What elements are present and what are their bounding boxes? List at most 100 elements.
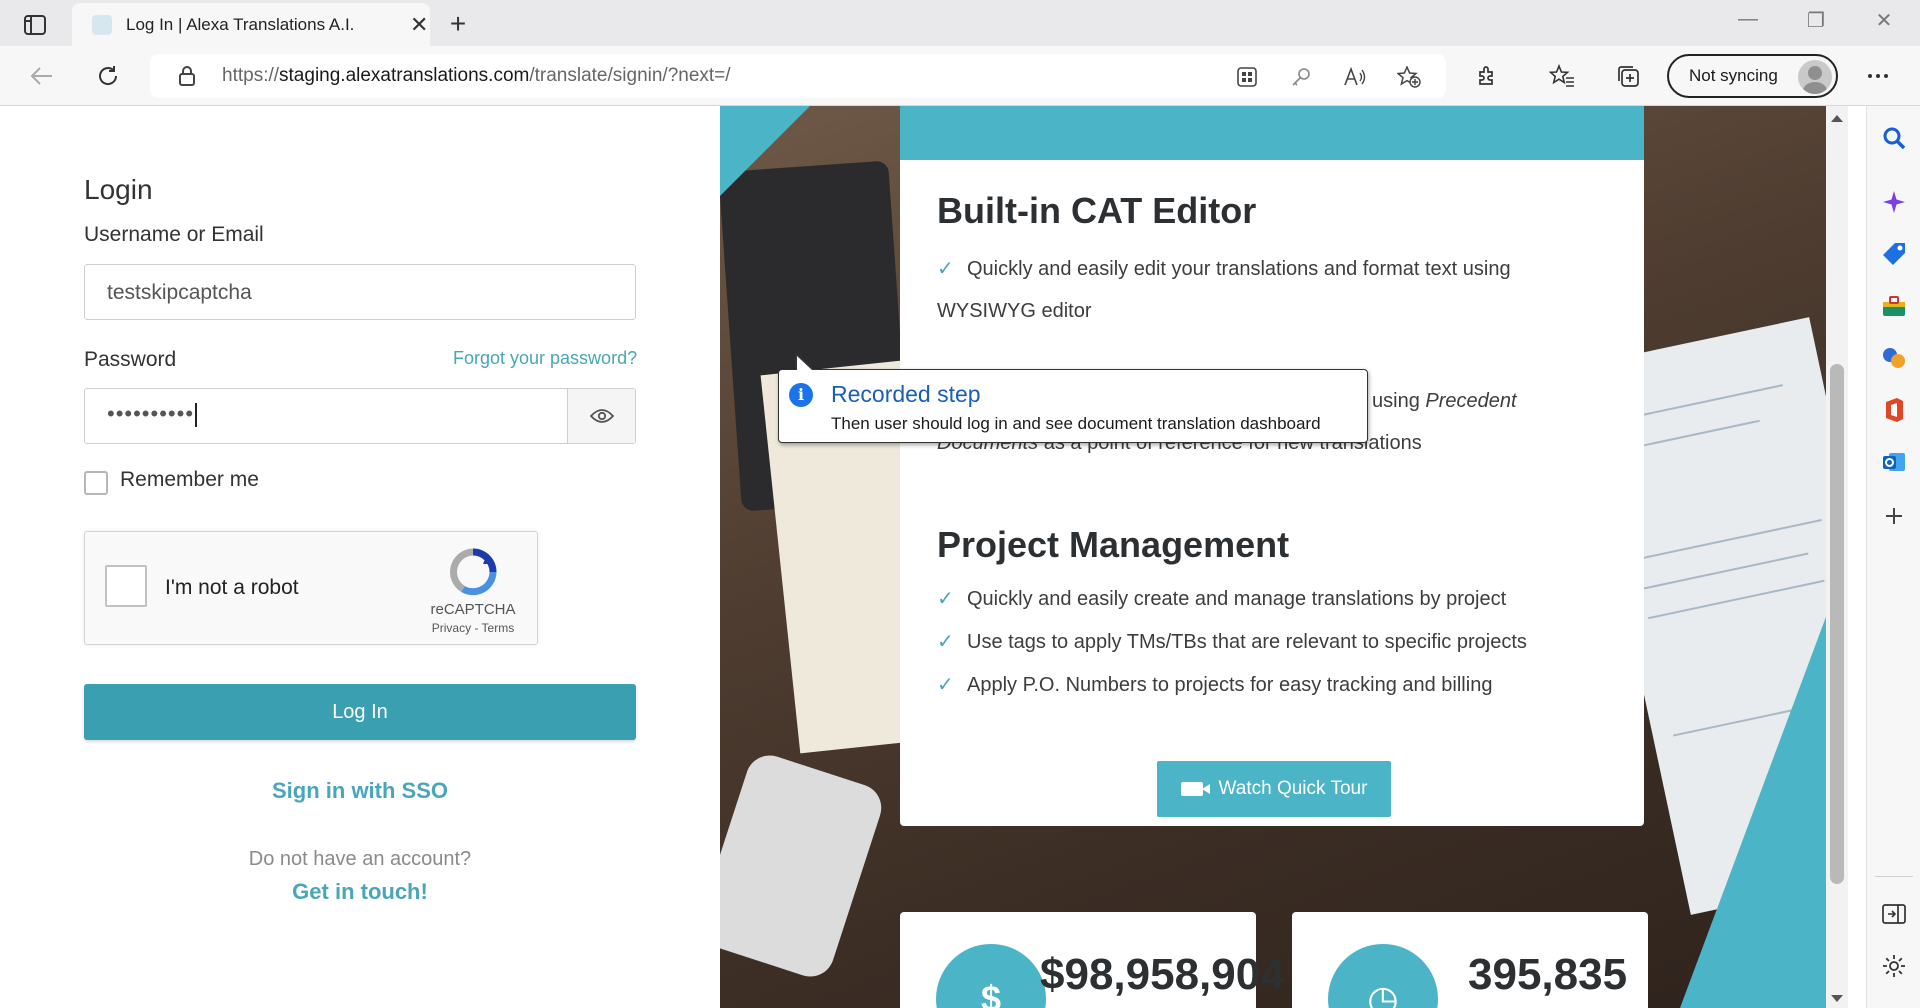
add-favorite-icon[interactable] [1394,62,1424,92]
new-tab-button[interactable]: + [442,8,474,40]
puzzle-icon [1479,66,1493,85]
apps-icon[interactable] [1232,62,1262,92]
stat-value: $98,958,904 [1040,950,1285,999]
remember-me-checkbox[interactable] [84,471,108,495]
sparkle-icon [1883,191,1905,213]
show-password-button[interactable] [567,389,635,443]
more-icon [1868,74,1888,78]
get-in-touch-link[interactable]: Get in touch! [0,879,720,905]
remember-me-label[interactable]: Remember me [120,468,259,492]
pm-feature-item: ✓ Apply P.O. Numbers to projects for easy… [937,664,1617,706]
stat-card-count: ◷ 395,835 [1292,912,1648,1008]
username-label: Username or Email [84,223,264,246]
sidebar-games-button[interactable] [1876,340,1912,376]
card-header-strip [900,106,1644,160]
feature-panel: Built-in CAT Editor ✓ Quickly and easily … [720,106,1826,1008]
sidebar-copilot-button[interactable] [1876,184,1912,220]
office-icon [1886,398,1903,422]
games-icon [1883,348,1905,368]
password-mask: •••••••••• [107,401,198,428]
password-input[interactable]: •••••••••• [84,388,636,444]
window-close-icon[interactable]: ✕ [1866,8,1902,33]
username-input[interactable]: testskipcaptcha [84,264,636,320]
cat-editor-heading: Built-in CAT Editor [937,190,1257,231]
recorded-step-callout: i Recorded step Then user should log in … [778,369,1368,443]
username-value: testskipcaptcha [107,281,252,304]
sidebar-tools-button[interactable] [1876,288,1912,324]
features-card: Built-in CAT Editor ✓ Quickly and easily … [900,160,1644,826]
sidebar-hide-button[interactable] [1876,896,1912,932]
read-aloud-icon[interactable] [1340,62,1370,92]
browser-tab-active[interactable]: Log In | Alexa Translations A.I. ✕ [72,3,430,46]
login-button[interactable]: Log In [84,684,636,740]
recaptcha-logo-icon [450,548,497,596]
scroll-down-icon[interactable] [1831,995,1843,1002]
tab-title: Log In | Alexa Translations A.I. [126,14,355,34]
tour-button-label: Watch Quick Tour [1218,778,1368,799]
sso-link[interactable]: Sign in with SSO [0,778,720,804]
sidebar-office-button[interactable] [1876,392,1912,428]
no-account-text: Do not have an account? [248,848,472,870]
recaptcha-privacy-terms[interactable]: Privacy - Terms [425,621,521,635]
info-icon: i [789,383,813,407]
teal-corner-left [720,106,810,196]
stat-value: 395,835 [1468,950,1628,999]
favorites-button[interactable] [1544,58,1580,94]
refresh-button[interactable] [90,58,126,94]
clock-icon: ◷ [1328,944,1438,1008]
callout-title: Recorded step [831,381,981,407]
restore-icon[interactable]: ❐ [1798,8,1834,33]
cat-feature-em: Precedent [1425,390,1517,412]
minimize-icon[interactable]: — [1730,8,1766,31]
sidebar-outlook-button[interactable] [1876,444,1912,480]
cat-feature-text-start: using [1372,390,1426,412]
recaptcha-checkbox[interactable] [105,565,147,607]
extensions-button[interactable] [1470,58,1506,94]
recaptcha-label: I'm not a robot [165,576,299,599]
eye-icon [589,409,614,423]
tab-close-icon[interactable]: ✕ [410,13,428,36]
lock-icon[interactable] [178,66,196,91]
page-scrollbar[interactable] [1826,106,1848,1008]
collections-button[interactable] [1610,58,1646,94]
tag-icon [1883,243,1905,265]
gear-icon [1883,955,1905,977]
watch-quick-tour-button[interactable]: Watch Quick Tour [1157,761,1391,817]
sidebar-search-button[interactable] [1876,120,1912,156]
pm-feature-text: Apply P.O. Numbers to projects for easy … [967,674,1493,696]
recaptcha-brand: reCAPTCHA [430,601,516,618]
url-text[interactable]: https://staging.alexatranslations.com/tr… [222,65,731,87]
text-caret [195,403,198,428]
url-host: staging.alexatranslations.com [279,65,530,86]
back-button[interactable] [24,58,60,94]
refresh-icon [99,66,118,85]
check-icon: ✓ [937,631,954,653]
toolbox-icon [1883,296,1905,316]
scroll-up-icon[interactable] [1831,115,1843,122]
tab-actions-button[interactable] [14,10,56,40]
sidebar-shopping-button[interactable] [1876,236,1912,272]
cat-feature-item-partial: using Precedent [1372,380,1572,422]
video-camera-icon [1180,782,1210,796]
cat-feature-text: Quickly and easily edit your translation… [937,258,1511,322]
url-path: /translate/signin/?next=/ [529,65,731,86]
outlook-icon [1883,453,1905,471]
scroll-thumb[interactable] [1830,364,1844,884]
hide-sidebar-icon [1882,904,1906,924]
profile-sync-button[interactable]: Not syncing [1667,54,1838,98]
sidebar-add-button[interactable] [1876,498,1912,534]
tab-actions-icon [24,15,46,35]
sync-label: Not syncing [1689,66,1778,85]
check-icon: ✓ [937,588,954,610]
login-panel: Login Username or Email testskipcaptcha … [0,106,720,1008]
teal-corner-right [1680,606,1826,1008]
collections-icon [1618,66,1639,87]
browser-toolbar: https://staging.alexatranslations.com/tr… [0,46,1920,106]
settings-more-button[interactable] [1860,58,1896,94]
forgot-password-link[interactable]: Forgot your password? [453,348,637,369]
plus-icon [1886,508,1902,524]
sidebar-settings-button[interactable] [1876,948,1912,984]
key-icon[interactable] [1286,62,1316,92]
address-bar[interactable]: https://staging.alexatranslations.com/tr… [150,54,1446,98]
stat-card-revenue: $ $98,958,904 [900,912,1285,1008]
